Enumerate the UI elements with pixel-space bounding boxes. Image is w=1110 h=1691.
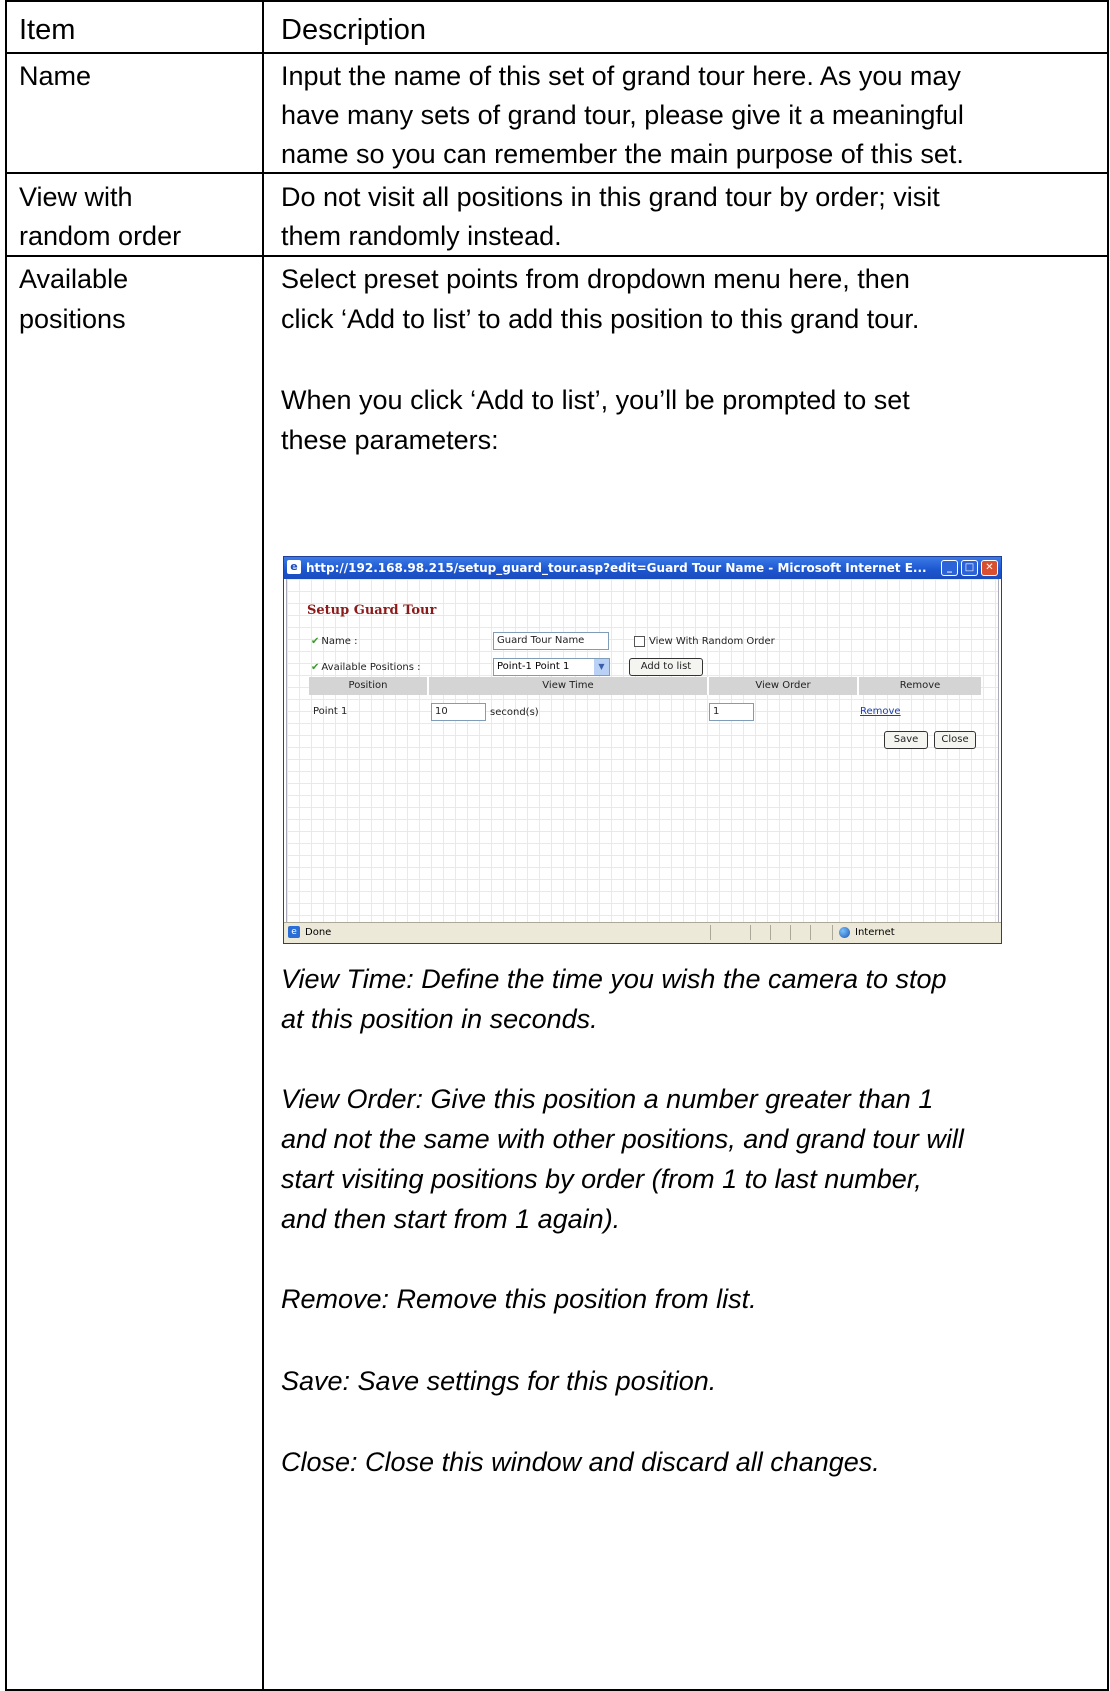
checkmark-icon: ✔ — [311, 662, 320, 673]
row-name-desc-line: Input the name of this set of grand tour… — [281, 61, 961, 91]
note-view-order: and then start from 1 again). — [281, 1204, 621, 1234]
positions-select[interactable]: Point-1 Point 1 ▼ — [493, 658, 610, 676]
add-to-list-button[interactable]: Add to list — [629, 658, 703, 676]
note-view-time: View Time: Define the time you wish the … — [281, 964, 947, 994]
status-divider — [710, 925, 711, 940]
note-view-order: and not the same with other positions, a… — [281, 1124, 964, 1154]
window-title-bar: e http://192.168.98.215/setup_guard_tour… — [284, 557, 1001, 579]
checkmark-icon: ✔ — [311, 636, 320, 647]
random-order-checkbox[interactable] — [634, 636, 645, 647]
status-text: Done — [305, 927, 332, 938]
column-header-remove: Remove — [899, 680, 941, 691]
column-header-position: Position — [348, 680, 388, 691]
name-label-row: ✔ Name : — [311, 636, 357, 647]
row-positions-desc-line: click ‘Add to list’ to add this position… — [281, 304, 920, 334]
positions-table-header: Position View Time View Order Remove — [309, 677, 981, 695]
note-view-order: start visiting positions by order (from … — [281, 1164, 922, 1194]
page-done-icon: e — [288, 926, 300, 938]
status-zone: Internet — [855, 927, 895, 938]
row-name-desc-line: have many sets of grand tour, please giv… — [281, 100, 964, 130]
status-divider — [810, 925, 811, 940]
guard-tour-window-screenshot: e http://192.168.98.215/setup_guard_tour… — [283, 556, 1002, 944]
note-close: Close: Close this window and discard all… — [281, 1447, 880, 1477]
table-border — [5, 0, 7, 1691]
view-time-unit: second(s) — [490, 707, 539, 718]
table-border — [5, 0, 1109, 2]
row-name-item: Name — [19, 61, 92, 91]
column-header-item: Item — [19, 14, 76, 46]
window-title: http://192.168.98.215/setup_guard_tour.a… — [306, 561, 927, 575]
minimize-icon[interactable]: _ — [941, 560, 958, 576]
column-header-view-time: View Time — [542, 680, 594, 691]
prompt-line: When you click ‘Add to list’, you’ll be … — [281, 385, 910, 415]
note-save: Save: Save settings for this position. — [281, 1366, 717, 1396]
row-random-item-line: View with — [19, 182, 133, 212]
close-icon[interactable]: ✕ — [981, 560, 998, 576]
form-title: Setup Guard Tour — [307, 603, 437, 618]
note-view-order: View Order: Give this position a number … — [281, 1084, 934, 1114]
status-bar: e Done Internet — [284, 922, 1001, 943]
view-order-input[interactable]: 1 — [709, 703, 754, 721]
ie-page-icon: e — [287, 560, 301, 574]
column-header-view-order: View Order — [755, 680, 811, 691]
remove-link[interactable]: Remove — [860, 706, 901, 717]
row-positions-item-line: Available — [19, 264, 129, 294]
name-input[interactable]: Guard Tour Name — [493, 632, 609, 650]
save-button[interactable]: Save — [884, 731, 928, 749]
random-order-label: View With Random Order — [649, 636, 775, 647]
table-border — [1107, 0, 1109, 1691]
column-header-description: Description — [281, 14, 427, 46]
status-divider — [750, 925, 751, 940]
row-name-desc-line: name so you can remember the main purpos… — [281, 139, 964, 169]
positions-label-row: ✔ Available Positions : — [311, 662, 421, 673]
status-divider — [770, 925, 771, 940]
table-border — [262, 0, 264, 1691]
positions-label: Available Positions : — [321, 662, 421, 673]
table-border — [5, 52, 1109, 54]
prompt-line: these parameters: — [281, 425, 499, 455]
row-position-value: Point 1 — [313, 706, 348, 717]
window-content: Setup Guard Tour ✔ Name : Guard Tour Name… — [286, 579, 999, 923]
row-random-desc-line: them randomly instead. — [281, 221, 562, 251]
row-random-desc-line: Do not visit all positions in this grand… — [281, 182, 940, 212]
name-label: Name : — [321, 636, 358, 647]
note-view-time: at this position in seconds. — [281, 1004, 598, 1034]
maximize-icon[interactable]: □ — [961, 560, 978, 576]
row-positions-desc-line: Select preset points from dropdown menu … — [281, 264, 910, 294]
view-time-input[interactable]: 10 — [431, 703, 486, 721]
close-button[interactable]: Close — [934, 731, 976, 749]
row-random-item-line: random order — [19, 221, 182, 251]
status-divider — [790, 925, 791, 940]
status-divider — [832, 925, 833, 940]
chevron-down-icon: ▼ — [594, 659, 609, 675]
row-positions-item-line: positions — [19, 304, 126, 334]
globe-icon — [839, 927, 850, 938]
description-table: Item Description Name Input the name of … — [5, 0, 1109, 1691]
positions-selected-value: Point-1 Point 1 — [497, 661, 570, 672]
note-remove: Remove: Remove this position from list. — [281, 1284, 757, 1314]
